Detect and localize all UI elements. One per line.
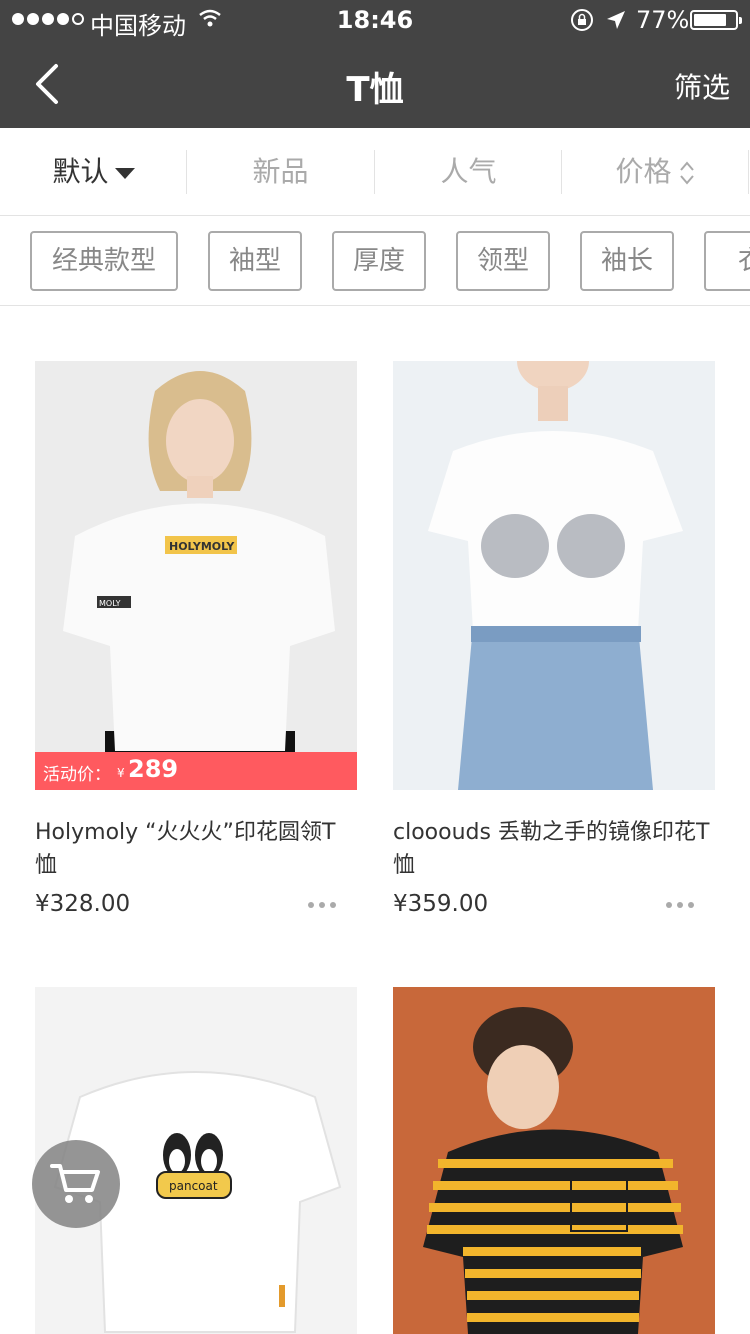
sort-tab-new[interactable]: 新品 xyxy=(187,150,374,194)
status-bar: 中国移动 18:46 77% xyxy=(0,0,750,40)
product-name[interactable]: Holymoly “火火火”印花圆领T恤 xyxy=(35,816,357,882)
page-title: T恤 xyxy=(346,70,404,110)
divider xyxy=(748,150,749,194)
sort-bar: 默认 新品 人气 价格 xyxy=(0,128,750,216)
caret-down-icon xyxy=(114,167,135,179)
sort-tab-popular[interactable]: 人气 xyxy=(375,150,562,194)
attribute-chip-row: 经典款型 袖型 厚度 领型 袖长 衣 xyxy=(0,216,750,306)
chip-classic-style[interactable]: 经典款型 xyxy=(30,231,178,291)
product-price: ¥328.00 xyxy=(35,891,131,917)
battery-percent: 77% xyxy=(636,6,690,34)
chip-sleeve-type[interactable]: 袖型 xyxy=(208,231,302,291)
cart-button[interactable] xyxy=(32,1140,120,1228)
sort-tab-label: 价格 xyxy=(615,155,672,188)
sort-tab-default[interactable]: 默认 xyxy=(0,150,187,194)
sort-updown-icon xyxy=(679,161,694,185)
chip-more[interactable]: 衣 xyxy=(704,231,750,291)
more-dots-icon[interactable] xyxy=(307,901,337,909)
battery-icon xyxy=(690,10,742,30)
product-image[interactable] xyxy=(393,361,715,790)
shopping-cart-icon xyxy=(50,1164,100,1203)
sort-tab-label: 默认 xyxy=(52,155,109,188)
chip-thickness[interactable]: 厚度 xyxy=(332,231,426,291)
shirt-print-text: HOLYMOLY xyxy=(169,540,235,553)
product-image[interactable]: HOLYMOLY MOLY 活动价： ¥ 289 xyxy=(35,361,357,790)
sort-tab-label: 新品 xyxy=(252,155,309,188)
sort-tab-price[interactable]: 价格 xyxy=(562,150,749,194)
product-image[interactable] xyxy=(393,987,715,1334)
rotation-lock-icon xyxy=(571,9,593,31)
filter-button[interactable]: 筛选 xyxy=(674,66,730,106)
chip-sleeve-length[interactable]: 袖长 xyxy=(580,231,674,291)
sleeve-print-text: MOLY xyxy=(99,599,121,608)
promo-price-banner: 活动价： ¥ 289 xyxy=(35,752,357,790)
product-name[interactable]: clooouds 丢勒之手的镜像印花T恤 xyxy=(393,816,715,882)
top-bar: 中国移动 18:46 77% T恤 筛选 xyxy=(0,0,750,128)
decoration-icon xyxy=(35,756,349,790)
sort-tab-label: 人气 xyxy=(440,155,497,188)
product-price: ¥359.00 xyxy=(393,891,489,917)
shirt-print-text: pancoat xyxy=(169,1179,218,1193)
location-arrow-icon xyxy=(607,11,625,29)
chip-collar-type[interactable]: 领型 xyxy=(456,231,550,291)
more-dots-icon[interactable] xyxy=(665,901,695,909)
